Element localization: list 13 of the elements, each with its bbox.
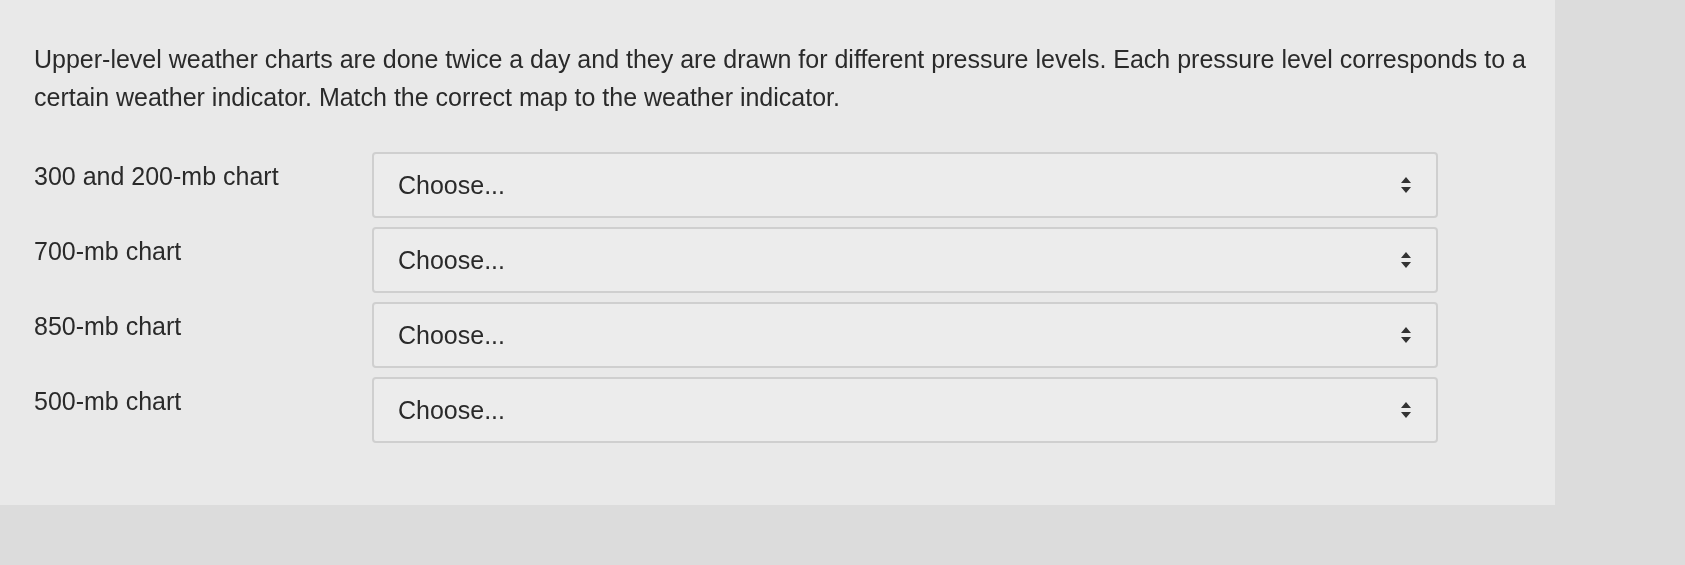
row-label: 850-mb chart xyxy=(34,311,183,341)
choice-dropdown[interactable]: Choose... xyxy=(372,227,1438,293)
row-label: 300 and 200-mb chart xyxy=(34,161,280,191)
row-label: 500-mb chart xyxy=(34,386,183,416)
sort-caret-icon xyxy=(1400,251,1412,269)
choice-dropdown[interactable]: Choose... xyxy=(372,302,1438,368)
row-label: 700-mb chart xyxy=(34,236,183,266)
sort-caret-icon xyxy=(1400,401,1412,419)
sort-caret-icon xyxy=(1400,176,1412,194)
sort-caret-icon xyxy=(1400,326,1412,344)
choice-dropdown[interactable]: Choose... xyxy=(372,377,1438,443)
question-text: Upper-level weather charts are done twice a day and they are drawn for different pressure levels. Each pressure level corresponds to a certain weather indicator. Match the correct map to the weather indicator. xyxy=(34,44,1527,113)
choice-dropdown[interactable]: Choose... xyxy=(372,152,1438,218)
